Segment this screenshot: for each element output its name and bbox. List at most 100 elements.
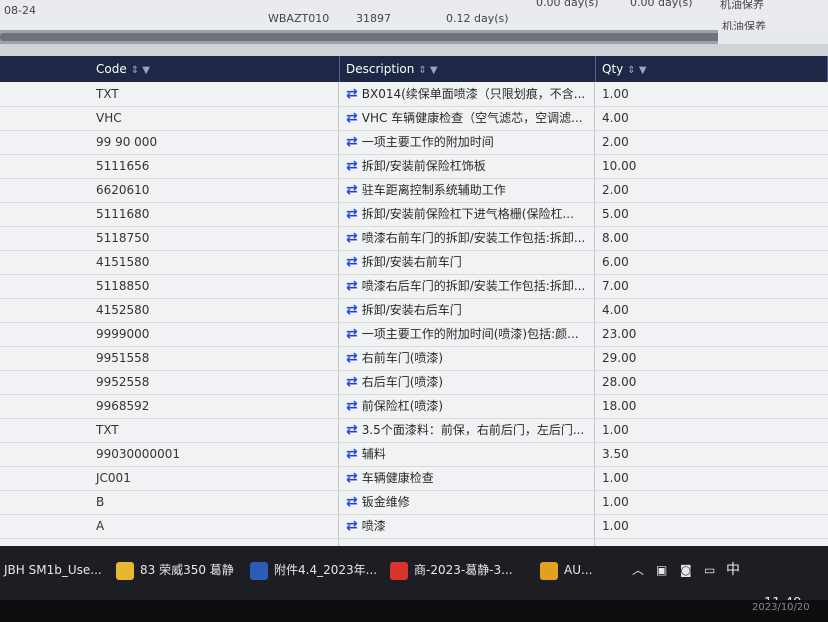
column-header-qty[interactable]: Qty ⇕ ▼ bbox=[596, 56, 828, 82]
cell-code: JC001 bbox=[96, 471, 131, 485]
table-row[interactable]: 9951558 ⇄ 右前车门(喷漆) 29.00 bbox=[0, 346, 828, 371]
table-row[interactable]: 5118750 ⇄ 喷漆右前车门的拆卸/安装工作包括:拆卸... 8.00 bbox=[0, 226, 828, 251]
cell-code: 9999000 bbox=[96, 327, 150, 341]
cell-description: ⇄ VHC 车辆健康检查（空气滤芯，空调滤... bbox=[340, 106, 594, 130]
clock-date[interactable]: 2023/10/20 bbox=[752, 602, 810, 613]
scrollbar-end bbox=[718, 30, 828, 44]
cell-qty: 1.00 bbox=[602, 495, 629, 509]
column-header-code[interactable]: Code ⇕ ▼ bbox=[90, 56, 340, 82]
description-text: 右前车门(喷漆) bbox=[361, 351, 444, 365]
cell-code: 6620610 bbox=[96, 183, 150, 197]
transfer-arrows-icon[interactable]: ⇄ bbox=[346, 326, 358, 342]
sort-filter-icon[interactable]: ⇕ ▼ bbox=[627, 65, 646, 76]
table-row[interactable]: TXT ⇄ BX014(续保单面喷漆（只限划痕，不含... 1.00 bbox=[0, 82, 828, 107]
transfer-arrows-icon[interactable]: ⇄ bbox=[346, 230, 358, 246]
description-text: 右后车门(喷漆) bbox=[361, 375, 444, 389]
cell-code: 99030000001 bbox=[96, 447, 180, 461]
cell-code: 4152580 bbox=[96, 303, 150, 317]
transfer-arrows-icon[interactable]: ⇄ bbox=[346, 398, 358, 414]
network-icon[interactable]: ▣ bbox=[656, 558, 667, 582]
cell-qty: 1.00 bbox=[602, 423, 629, 437]
description-text: VHC 车辆健康检查（空气滤芯，空调滤... bbox=[361, 111, 583, 125]
transfer-arrows-icon[interactable]: ⇄ bbox=[346, 350, 358, 366]
transfer-arrows-icon[interactable]: ⇄ bbox=[346, 110, 358, 126]
transfer-arrows-icon[interactable]: ⇄ bbox=[346, 470, 358, 486]
taskbar-app-folder[interactable]: 83 荣威350 葛静 bbox=[116, 556, 234, 584]
folder-icon bbox=[116, 561, 134, 580]
table-row[interactable]: 9952558 ⇄ 右后车门(喷漆) 28.00 bbox=[0, 370, 828, 395]
row-model: WBAZT010 bbox=[268, 12, 330, 25]
table-row[interactable]: 5118850 ⇄ 喷漆右后车门的拆卸/安装工作包括:拆卸... 7.00 bbox=[0, 274, 828, 299]
table-row[interactable]: TXT ⇄ 3.5个面漆料：前保，右前后门，左后门... 1.00 bbox=[0, 418, 828, 443]
transfer-arrows-icon[interactable]: ⇄ bbox=[346, 158, 358, 174]
cell-code: B bbox=[96, 495, 105, 509]
transfer-arrows-icon[interactable]: ⇄ bbox=[346, 86, 358, 102]
cell-description: ⇄ 右前车门(喷漆) bbox=[340, 346, 594, 370]
table-row[interactable]: 6620610 ⇄ 驻车距离控制系统辅助工作 2.00 bbox=[0, 178, 828, 203]
cell-description: ⇄ 右后车门(喷漆) bbox=[340, 370, 594, 394]
cell-description: ⇄ 喷漆 bbox=[340, 514, 594, 538]
table-row[interactable]: B ⇄ 钣金维修 1.00 bbox=[0, 490, 828, 515]
transfer-arrows-icon[interactable]: ⇄ bbox=[346, 302, 358, 318]
transfer-arrows-icon[interactable]: ⇄ bbox=[346, 182, 358, 198]
table-row[interactable]: 4152580 ⇄ 拆卸/安装右后车门 4.00 bbox=[0, 298, 828, 323]
row-number: 31897 bbox=[356, 12, 391, 25]
transfer-arrows-icon[interactable]: ⇄ bbox=[346, 278, 358, 294]
cell-qty: 28.00 bbox=[602, 375, 637, 389]
horizontal-scrollbar[interactable] bbox=[0, 30, 828, 44]
taskbar-app-au[interactable]: AU... bbox=[540, 556, 592, 584]
transfer-arrows-icon[interactable]: ⇄ bbox=[346, 254, 358, 270]
cell-code: VHC bbox=[96, 111, 122, 125]
cell-code: 9968592 bbox=[96, 399, 150, 413]
table-row[interactable]: 9999000 ⇄ 一项主要工作的附加时间(喷漆)包括:颜... 23.00 bbox=[0, 322, 828, 347]
transfer-arrows-icon[interactable]: ⇄ bbox=[346, 134, 358, 150]
cell-description: ⇄ 拆卸/安装右前车门 bbox=[340, 250, 594, 274]
description-text: 喷漆右前车门的拆卸/安装工作包括:拆卸... bbox=[361, 231, 586, 245]
table-row[interactable]: JC001 ⇄ 车辆健康检查 1.00 bbox=[0, 466, 828, 491]
transfer-arrows-icon[interactable]: ⇄ bbox=[346, 518, 358, 534]
column-header-description[interactable]: Description ⇕ ▼ bbox=[340, 56, 596, 82]
transfer-arrows-icon[interactable]: ⇄ bbox=[346, 374, 358, 390]
pdf-icon bbox=[390, 561, 408, 580]
cell-qty: 7.00 bbox=[602, 279, 629, 293]
cell-description: ⇄ 拆卸/安装前保险杠饰板 bbox=[340, 154, 594, 178]
cell-code: A bbox=[96, 519, 105, 533]
taskbar-app-word[interactable]: 附件4.4_2023年... bbox=[250, 556, 377, 584]
monitor-icon[interactable]: ▭ bbox=[704, 558, 715, 582]
cell-description: ⇄ 喷漆右后车门的拆卸/安装工作包括:拆卸... bbox=[340, 274, 594, 298]
description-text: 驻车距离控制系统辅助工作 bbox=[361, 183, 506, 197]
outlook-icon[interactable]: ◙ bbox=[680, 558, 692, 582]
previous-table-row: 08-24 WBAZT010 31897 0.12 day(s) 0.00 da… bbox=[0, 0, 828, 33]
sort-filter-icon[interactable]: ⇕ ▼ bbox=[418, 65, 437, 76]
table-row[interactable]: 99 90 000 ⇄ 一项主要工作的附加时间 2.00 bbox=[0, 130, 828, 155]
cell-description: ⇄ 驻车距离控制系统辅助工作 bbox=[340, 178, 594, 202]
cell-code: 9951558 bbox=[96, 351, 150, 365]
ime-indicator[interactable]: 中 bbox=[726, 558, 740, 582]
table-row[interactable]: VHC ⇄ VHC 车辆健康检查（空气滤芯，空调滤... 4.00 bbox=[0, 106, 828, 131]
transfer-arrows-icon[interactable]: ⇄ bbox=[346, 494, 358, 510]
sort-filter-icon[interactable]: ⇕ ▼ bbox=[131, 65, 150, 76]
transfer-arrows-icon[interactable]: ⇄ bbox=[346, 446, 358, 462]
table-row[interactable]: 5111680 ⇄ 拆卸/安装前保险杠下进气格栅(保险杠... 5.00 bbox=[0, 202, 828, 227]
description-text: BX014(续保单面喷漆（只限划痕，不含... bbox=[361, 87, 586, 101]
taskbar-app-pdf[interactable]: 商-2023-葛静-3... bbox=[390, 556, 513, 584]
transfer-arrows-icon[interactable]: ⇄ bbox=[346, 422, 358, 438]
word-icon bbox=[250, 561, 268, 580]
row-duration: 0.12 day(s) bbox=[446, 12, 509, 25]
column-qty-label: Qty bbox=[602, 62, 624, 76]
table-row[interactable]: 99030000001 ⇄ 辅料 3.50 bbox=[0, 442, 828, 467]
scrollbar-thumb[interactable] bbox=[0, 33, 720, 41]
cell-qty: 10.00 bbox=[602, 159, 637, 173]
table-row[interactable]: 5111656 ⇄ 拆卸/安装前保险杠饰板 10.00 bbox=[0, 154, 828, 179]
table-row[interactable]: 9968592 ⇄ 前保险杠(喷漆) 18.00 bbox=[0, 394, 828, 419]
cell-qty: 6.00 bbox=[602, 255, 629, 269]
column-description-label: Description bbox=[346, 62, 415, 76]
cell-qty: 23.00 bbox=[602, 327, 637, 341]
table-row[interactable]: A ⇄ 喷漆 1.00 bbox=[0, 514, 828, 539]
taskbar-app-jbh[interactable]: JBH SM1b_Use... bbox=[4, 556, 102, 584]
transfer-arrows-icon[interactable]: ⇄ bbox=[346, 206, 358, 222]
taskbar-app-label: 83 荣威350 葛静 bbox=[140, 563, 234, 577]
table-row[interactable]: 4151580 ⇄ 拆卸/安装右前车门 6.00 bbox=[0, 250, 828, 275]
cell-qty: 3.50 bbox=[602, 447, 629, 461]
chevron-up-icon[interactable]: ︿ bbox=[632, 558, 644, 582]
